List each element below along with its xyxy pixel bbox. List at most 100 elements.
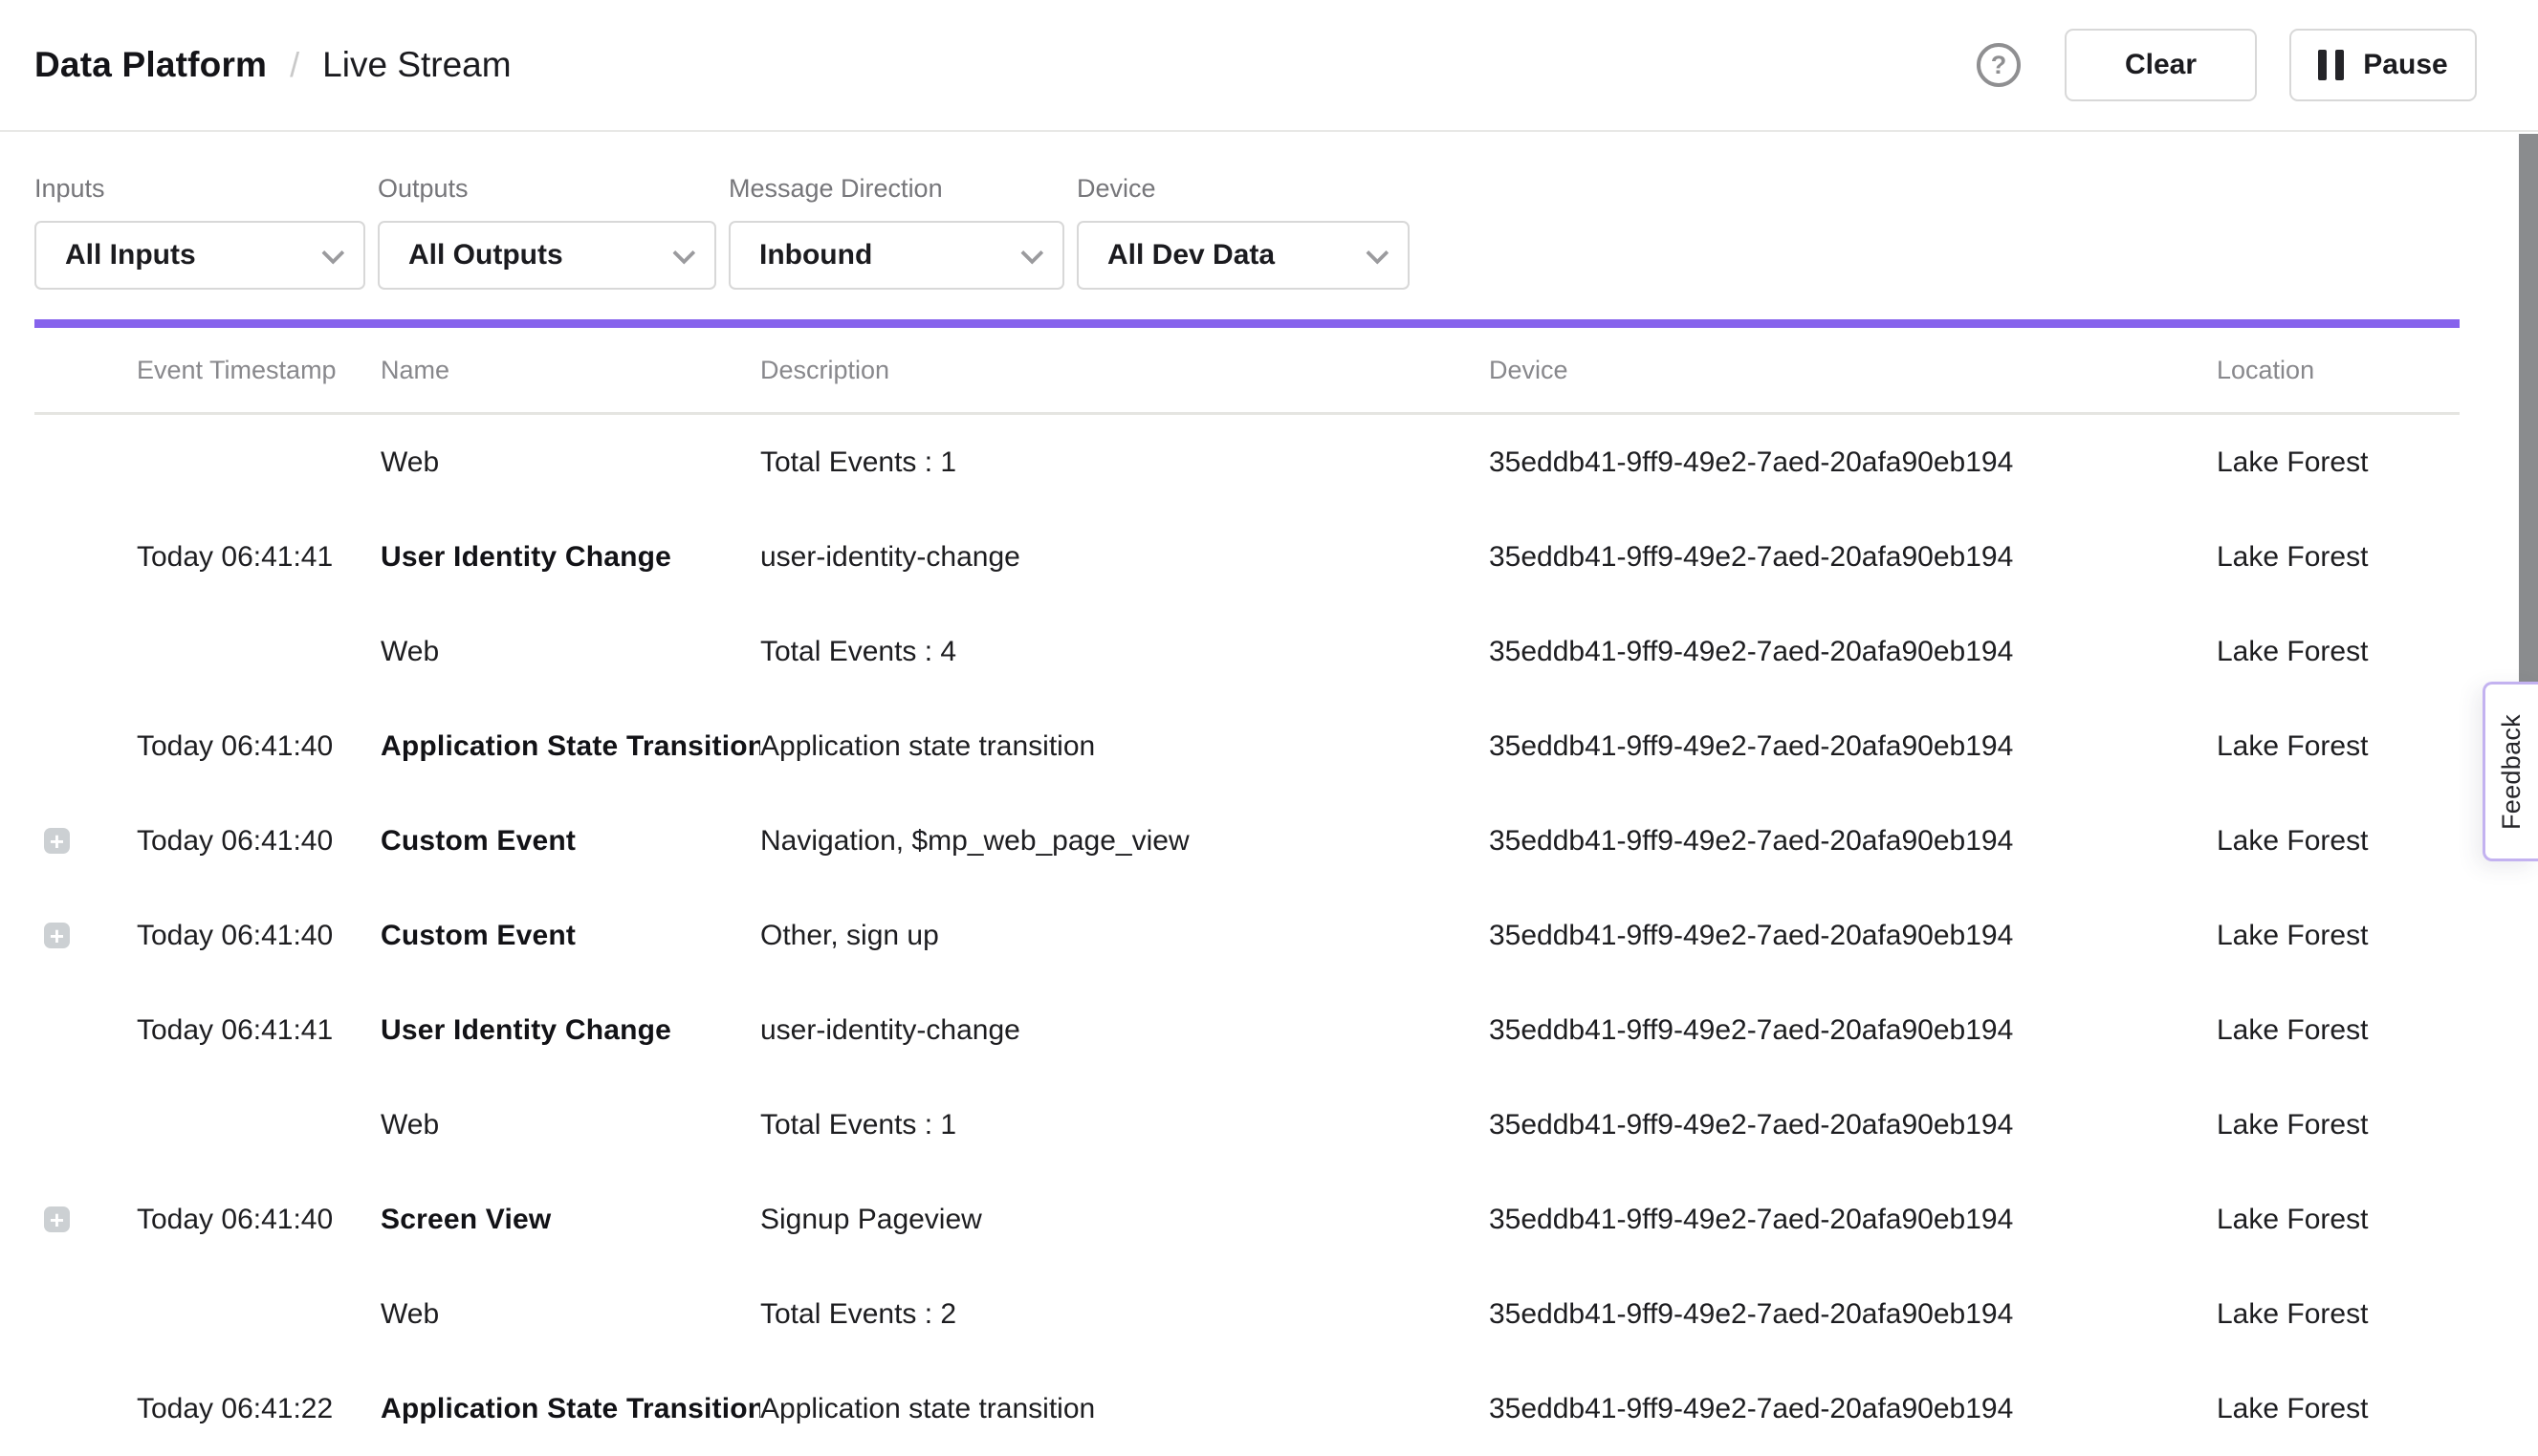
outputs-filter-select[interactable]: All Outputs [378, 221, 716, 290]
cell-name: Web [381, 1298, 760, 1331]
table-row[interactable]: + Today 06:41:41 User Identity Change us… [34, 510, 2460, 604]
inputs-filter-label: Inputs [34, 174, 365, 204]
filter-bar: Inputs All Inputs Outputs All Outputs Me… [34, 174, 2538, 290]
table-row[interactable]: + Web Total Events : 4 35eddb41-9ff9-49e… [34, 604, 2460, 699]
cell-description: Total Events : 1 [760, 1109, 1489, 1141]
stream-progress-bar [34, 319, 2460, 328]
table-row[interactable]: + Today 06:41:40 Screen View Signup Page… [34, 1172, 2460, 1267]
device-filter-label: Device [1077, 174, 1410, 204]
cell-description: Total Events : 1 [760, 446, 1489, 479]
expand-plus-icon[interactable]: + [44, 1206, 70, 1232]
message-direction-filter-group: Message Direction Inbound [729, 174, 1064, 290]
cell-device: 35eddb41-9ff9-49e2-7aed-20afa90eb194 [1489, 636, 2217, 668]
cell-device: 35eddb41-9ff9-49e2-7aed-20afa90eb194 [1489, 825, 2217, 858]
cell-device: 35eddb41-9ff9-49e2-7aed-20afa90eb194 [1489, 1109, 2217, 1141]
cell-location: Lake Forest [2217, 1298, 2460, 1331]
cell-description: Application state transition [760, 1393, 1489, 1425]
feedback-tab[interactable]: Feedback [2483, 682, 2538, 861]
chevron-down-icon [1020, 241, 1043, 264]
cell-name: Application State Transition [381, 1393, 760, 1425]
chevron-down-icon [672, 241, 695, 264]
message-direction-filter-select[interactable]: Inbound [729, 221, 1064, 290]
cell-name: Web [381, 1109, 760, 1141]
inputs-filter-select[interactable]: All Inputs [34, 221, 365, 290]
cell-timestamp: Today 06:41:41 [137, 1014, 381, 1047]
cell-device: 35eddb41-9ff9-49e2-7aed-20afa90eb194 [1489, 446, 2217, 479]
row-expander[interactable]: + [34, 923, 137, 948]
outputs-filter-label: Outputs [378, 174, 716, 204]
event-table: Event Timestamp Name Description Device … [34, 328, 2460, 1456]
cell-description: user-identity-change [760, 1014, 1489, 1047]
cell-timestamp: Today 06:41:40 [137, 1204, 381, 1236]
device-filter-group: Device All Dev Data [1077, 174, 1410, 290]
cell-timestamp: Today 06:41:22 [137, 1393, 381, 1425]
column-description: Description [760, 356, 1489, 385]
cell-device: 35eddb41-9ff9-49e2-7aed-20afa90eb194 [1489, 1204, 2217, 1236]
cell-description: Total Events : 2 [760, 1298, 1489, 1331]
row-expander[interactable]: + [34, 828, 137, 854]
cell-name: User Identity Change [381, 1014, 760, 1047]
cell-device: 35eddb41-9ff9-49e2-7aed-20afa90eb194 [1489, 1014, 2217, 1047]
table-row[interactable]: + Web Total Events : 2 35eddb41-9ff9-49e… [34, 1267, 2460, 1361]
cell-timestamp: Today 06:41:40 [137, 920, 381, 952]
cell-name: Application State Transition [381, 730, 760, 763]
device-filter-select[interactable]: All Dev Data [1077, 221, 1410, 290]
table-row[interactable]: + Today 06:41:40 Application State Trans… [34, 699, 2460, 793]
chevron-down-icon [321, 241, 344, 264]
table-row[interactable]: + Today 06:41:40 Custom Event Other, sig… [34, 888, 2460, 983]
table-row[interactable]: + Today 06:41:40 Custom Event Navigation… [34, 793, 2460, 888]
inputs-filter-group: Inputs All Inputs [34, 174, 365, 290]
cell-description: user-identity-change [760, 541, 1489, 574]
top-bar: Data Platform / Live Stream ? Clear Paus… [0, 0, 2538, 132]
cell-description: Navigation, $mp_web_page_view [760, 825, 1489, 858]
cell-location: Lake Forest [2217, 1204, 2460, 1236]
column-device: Device [1489, 356, 2217, 385]
cell-timestamp: Today 06:41:40 [137, 825, 381, 858]
help-icon[interactable]: ? [1977, 43, 2021, 87]
cell-name: Screen View [381, 1204, 760, 1236]
breadcrumb-section[interactable]: Data Platform [34, 45, 267, 85]
breadcrumb: Data Platform / Live Stream [34, 45, 512, 85]
outputs-filter-group: Outputs All Outputs [378, 174, 716, 290]
expand-plus-icon[interactable]: + [44, 923, 70, 948]
cell-device: 35eddb41-9ff9-49e2-7aed-20afa90eb194 [1489, 1393, 2217, 1425]
cell-description: Signup Pageview [760, 1204, 1489, 1236]
cell-location: Lake Forest [2217, 825, 2460, 858]
feedback-tab-label: Feedback [2497, 714, 2527, 830]
cell-name: Web [381, 446, 760, 479]
table-row[interactable]: + Today 06:41:22 Application State Trans… [34, 1361, 2460, 1456]
cell-name: Custom Event [381, 825, 760, 858]
cell-location: Lake Forest [2217, 541, 2460, 574]
cell-device: 35eddb41-9ff9-49e2-7aed-20afa90eb194 [1489, 920, 2217, 952]
row-expander[interactable]: + [34, 1206, 137, 1232]
cell-description: Other, sign up [760, 920, 1489, 952]
chevron-down-icon [1366, 241, 1389, 264]
table-row[interactable]: + Web Total Events : 1 35eddb41-9ff9-49e… [34, 415, 2460, 510]
cell-location: Lake Forest [2217, 1393, 2460, 1425]
page-title: Live Stream [322, 45, 511, 85]
inputs-filter-value: All Inputs [65, 239, 196, 272]
pause-button[interactable]: Pause [2289, 29, 2477, 101]
column-location: Location [2217, 356, 2460, 385]
message-direction-filter-label: Message Direction [729, 174, 1064, 204]
device-filter-value: All Dev Data [1107, 239, 1275, 272]
cell-device: 35eddb41-9ff9-49e2-7aed-20afa90eb194 [1489, 541, 2217, 574]
table-body: + Web Total Events : 1 35eddb41-9ff9-49e… [34, 415, 2460, 1456]
breadcrumb-separator: / [290, 45, 299, 85]
clear-button[interactable]: Clear [2065, 29, 2257, 101]
message-direction-filter-value: Inbound [759, 239, 872, 272]
pause-icon [2318, 50, 2344, 80]
table-row[interactable]: + Today 06:41:41 User Identity Change us… [34, 983, 2460, 1077]
cell-location: Lake Forest [2217, 730, 2460, 763]
cell-name: Custom Event [381, 920, 760, 952]
top-bar-actions: ? Clear Pause [1977, 29, 2477, 101]
cell-description: Total Events : 4 [760, 636, 1489, 668]
expand-plus-icon[interactable]: + [44, 828, 70, 854]
cell-location: Lake Forest [2217, 1109, 2460, 1141]
cell-location: Lake Forest [2217, 446, 2460, 479]
scrollbar-thumb[interactable] [2519, 134, 2538, 718]
cell-device: 35eddb41-9ff9-49e2-7aed-20afa90eb194 [1489, 1298, 2217, 1331]
table-header-row: Event Timestamp Name Description Device … [34, 328, 2460, 415]
cell-location: Lake Forest [2217, 636, 2460, 668]
table-row[interactable]: + Web Total Events : 1 35eddb41-9ff9-49e… [34, 1077, 2460, 1172]
